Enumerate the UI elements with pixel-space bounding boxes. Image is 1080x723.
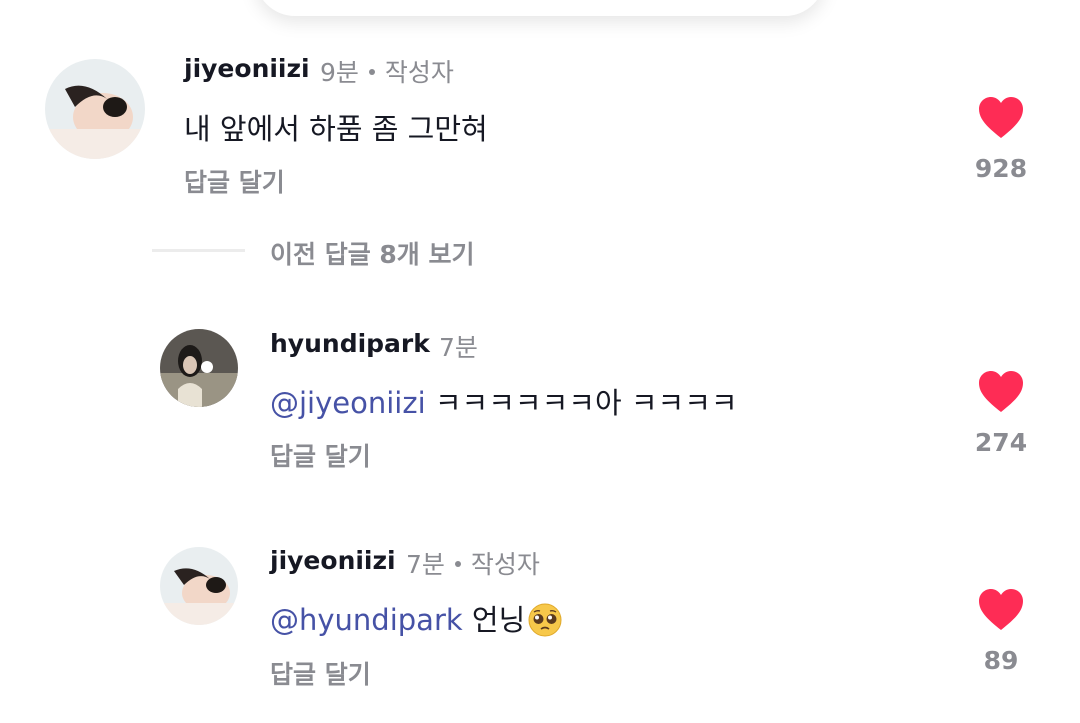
comment-time: 9분 [320, 58, 359, 87]
avatar[interactable] [160, 547, 238, 625]
like-count: 928 [974, 154, 1028, 183]
top-sheet-edge [255, 0, 825, 16]
heart-icon[interactable] [977, 588, 1025, 632]
reply-username[interactable]: jiyeoniizi [270, 546, 396, 575]
reply-text: @jiyeoniizi ㅋㅋㅋㅋㅋㅋ아 ㅋㅋㅋㅋ [270, 380, 738, 422]
reply-username[interactable]: hyundipark [270, 329, 430, 358]
mention-link[interactable]: @hyundipark [270, 603, 463, 637]
comment-text: 내 앞에서 하품 좀 그만혀 [184, 112, 488, 146]
reply-time: 7분 [406, 550, 445, 579]
like-count: 274 [974, 428, 1028, 457]
author-badge: 작성자 [384, 58, 454, 87]
comment-username[interactable]: jiyeoniizi [184, 54, 310, 83]
reply-time: 7분 [439, 333, 478, 362]
comment-meta: 9분 작성자 [320, 53, 454, 89]
avatar-image [160, 329, 238, 407]
heart-icon[interactable] [977, 370, 1025, 414]
reply-meta: 7분 [439, 328, 478, 364]
reply-button[interactable]: 답글 달기 [270, 655, 371, 691]
like-count: 89 [983, 646, 1019, 675]
like-control: 928 [956, 96, 1046, 183]
reply-button[interactable]: 답글 달기 [184, 163, 285, 199]
reply-meta: 7분 작성자 [406, 545, 540, 581]
author-badge: 작성자 [470, 550, 540, 579]
reply-body: ㅋㅋㅋㅋㅋㅋ아 ㅋㅋㅋㅋ [425, 386, 738, 420]
view-previous-replies-button[interactable]: 이전 답글 8개 보기 [270, 235, 475, 271]
heart-icon[interactable] [977, 96, 1025, 140]
avatar[interactable] [45, 59, 145, 159]
reply-body: 언닝 [462, 603, 526, 637]
avatar-image [45, 59, 145, 159]
reply-button[interactable]: 답글 달기 [270, 437, 371, 473]
mention-link[interactable]: @jiyeoniizi [270, 386, 426, 420]
replies-divider [152, 249, 245, 252]
like-control: 89 [956, 588, 1046, 675]
avatar[interactable] [160, 329, 238, 407]
avatar-image [160, 547, 238, 625]
reply-text: @hyundipark 언닝 [270, 597, 563, 639]
separator-dot [454, 561, 461, 567]
separator-dot [368, 69, 375, 75]
pleading-face-icon [528, 603, 562, 637]
like-control: 274 [956, 370, 1046, 457]
